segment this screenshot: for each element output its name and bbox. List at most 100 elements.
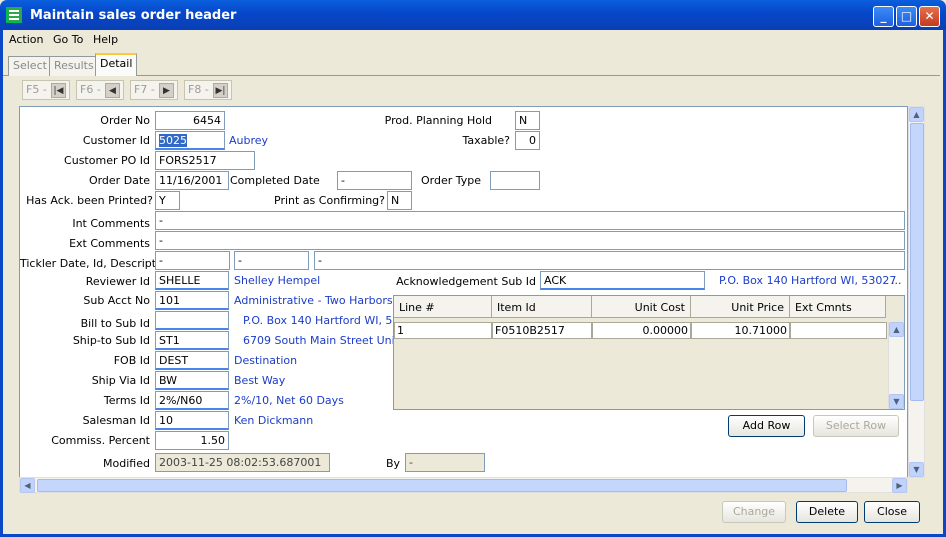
salesman-name: Ken Dickmann xyxy=(234,414,314,427)
prev-record-label: F6 - xyxy=(80,83,101,96)
order-type-field[interactable] xyxy=(490,171,540,190)
ship-sub-label: Ship-to Sub Id xyxy=(72,334,150,347)
first-record-icon: |◀ xyxy=(51,83,66,98)
ext-comments-field[interactable]: - xyxy=(155,231,905,250)
detail-panel: Order No 6454 Prod. Planning Hold N Cust… xyxy=(19,106,908,478)
sub-acct-field[interactable]: 101 xyxy=(155,291,229,310)
prod-hold-label: Prod. Planning Hold xyxy=(384,114,492,127)
app-icon xyxy=(6,7,22,23)
next-record-button[interactable]: F7 - ▶ xyxy=(130,80,178,100)
tab-results[interactable]: Results xyxy=(49,56,99,76)
grid-cell-ext-cmnts[interactable] xyxy=(790,322,887,339)
menu-bar: Action Go To Help xyxy=(3,30,943,50)
terms-field[interactable]: 2%/N60 xyxy=(155,391,229,410)
grid-scroll-down-icon[interactable]: ▼ xyxy=(889,394,904,409)
close-icon[interactable]: ✕ xyxy=(919,6,940,27)
customer-id-field[interactable]: 5025 xyxy=(155,131,225,150)
line-items-grid: Line # Item Id Unit Cost Unit Price Ext … xyxy=(393,295,905,410)
bill-sub-field[interactable] xyxy=(155,311,229,330)
bill-sub-label: Bill to Sub Id xyxy=(80,317,150,330)
tickler-id-field[interactable]: - xyxy=(234,251,309,270)
prod-hold-field[interactable]: N xyxy=(515,111,540,130)
reviewer-field[interactable]: SHELLE xyxy=(155,271,229,290)
next-record-icon: ▶ xyxy=(159,83,174,98)
ack-more[interactable]: ... xyxy=(891,274,902,287)
prev-record-button[interactable]: F6 - ◀ xyxy=(76,80,124,100)
scroll-down-icon[interactable]: ▼ xyxy=(909,462,924,477)
maximize-icon[interactable]: □ xyxy=(896,6,917,27)
prev-record-icon: ◀ xyxy=(105,83,120,98)
close-button[interactable]: Close xyxy=(864,501,920,523)
salesman-field[interactable]: 10 xyxy=(155,411,229,430)
add-row-button[interactable]: Add Row xyxy=(728,415,805,437)
int-comments-label: Int Comments xyxy=(72,217,150,230)
order-date-field[interactable]: 11/16/2001 xyxy=(155,171,229,190)
order-no-label: Order No xyxy=(100,114,150,127)
order-no-field[interactable]: 6454 xyxy=(155,111,225,130)
sub-acct-label: Sub Acct No xyxy=(83,294,150,307)
next-record-label: F7 - xyxy=(134,83,155,96)
grid-header-unit-cost[interactable]: Unit Cost xyxy=(592,296,691,318)
commiss-field[interactable]: 1.50 xyxy=(155,431,229,450)
ship-sub-field[interactable]: ST1 xyxy=(155,331,229,350)
grid-header-unit-price[interactable]: Unit Price xyxy=(691,296,790,318)
scroll-up-icon[interactable]: ▲ xyxy=(909,107,924,122)
grid-header-line[interactable]: Line # xyxy=(394,296,492,318)
menu-action[interactable]: Action xyxy=(9,33,43,46)
menu-help[interactable]: Help xyxy=(93,33,118,46)
customer-po-field[interactable]: FORS2517 xyxy=(155,151,255,170)
customer-name: Aubrey xyxy=(229,134,269,147)
grid-cell-unit-price[interactable]: 10.71000 xyxy=(691,322,790,339)
tab-detail[interactable]: Detail xyxy=(95,53,138,76)
print-confirming-label: Print as Confirming? xyxy=(274,194,385,207)
customer-id-label: Customer Id xyxy=(82,134,150,147)
delete-button[interactable]: Delete xyxy=(796,501,858,523)
ship-via-label: Ship Via Id xyxy=(91,374,150,387)
grid-scrollbar[interactable]: ▲ ▼ xyxy=(888,322,904,409)
tickler-label: Tickler Date, Id, Descript... xyxy=(20,257,167,270)
customer-po-label: Customer PO Id xyxy=(64,154,150,167)
tickler-date-field[interactable]: - xyxy=(155,251,230,270)
grid-scroll-up-icon[interactable]: ▲ xyxy=(889,322,904,337)
ack-printed-field[interactable]: Y xyxy=(155,191,180,210)
commiss-label: Commiss. Percent xyxy=(51,434,150,447)
completed-date-label: Completed Date xyxy=(230,174,320,187)
horizontal-scroll-thumb[interactable] xyxy=(37,479,847,492)
print-confirming-field[interactable]: N xyxy=(387,191,412,210)
change-button[interactable]: Change xyxy=(722,501,786,523)
fob-field[interactable]: DEST xyxy=(155,351,229,370)
ship-address: 6709 South Main Street Uni... xyxy=(243,334,406,347)
title-bar: Maintain sales order header _ □ ✕ xyxy=(0,0,946,30)
grid-cell-unit-cost[interactable]: 0.00000 xyxy=(592,322,691,339)
last-record-button[interactable]: F8 - ▶| xyxy=(184,80,232,100)
grid-cell-line[interactable]: 1 xyxy=(394,322,492,339)
taxable-field[interactable]: 0 xyxy=(515,131,540,150)
ack-sub-label: Acknowledgement Sub Id xyxy=(396,275,536,288)
fob-name: Destination xyxy=(234,354,298,367)
grid-header-ext-cmnts[interactable]: Ext Cmnts xyxy=(790,296,886,318)
grid-cell-item[interactable]: F0510B2517 xyxy=(492,322,592,339)
scroll-right-icon[interactable]: ▶ xyxy=(892,478,907,493)
customer-id-value: 5025 xyxy=(159,134,187,147)
ack-printed-label: Has Ack. been Printed? xyxy=(26,194,153,207)
reviewer-label: Reviewer Id xyxy=(85,275,150,288)
completed-date-field[interactable]: - xyxy=(337,171,412,190)
vertical-scroll-thumb[interactable] xyxy=(910,123,924,401)
tickler-desc-field[interactable]: - xyxy=(314,251,905,270)
first-record-button[interactable]: F5 - |◀ xyxy=(22,80,70,100)
menu-goto[interactable]: Go To xyxy=(53,33,83,46)
ack-address: P.O. Box 140 Hartford WI, 53027 xyxy=(719,274,897,287)
select-row-button[interactable]: Select Row xyxy=(813,415,899,437)
minimize-icon[interactable]: _ xyxy=(873,6,894,27)
order-type-label: Order Type xyxy=(420,174,481,187)
scroll-left-icon[interactable]: ◀ xyxy=(20,478,35,493)
grid-header-item[interactable]: Item Id xyxy=(492,296,592,318)
ship-via-field[interactable]: BW xyxy=(155,371,229,390)
vertical-scrollbar[interactable]: ▲ ▼ xyxy=(908,106,925,478)
terms-name: 2%/10, Net 60 Days xyxy=(234,394,344,407)
tab-select[interactable]: Select xyxy=(8,56,52,76)
horizontal-scrollbar[interactable]: ◀ ▶ xyxy=(19,477,908,493)
terms-label: Terms Id xyxy=(103,394,150,407)
ack-sub-field[interactable]: ACK xyxy=(540,271,705,290)
int-comments-field[interactable]: - xyxy=(155,211,905,230)
